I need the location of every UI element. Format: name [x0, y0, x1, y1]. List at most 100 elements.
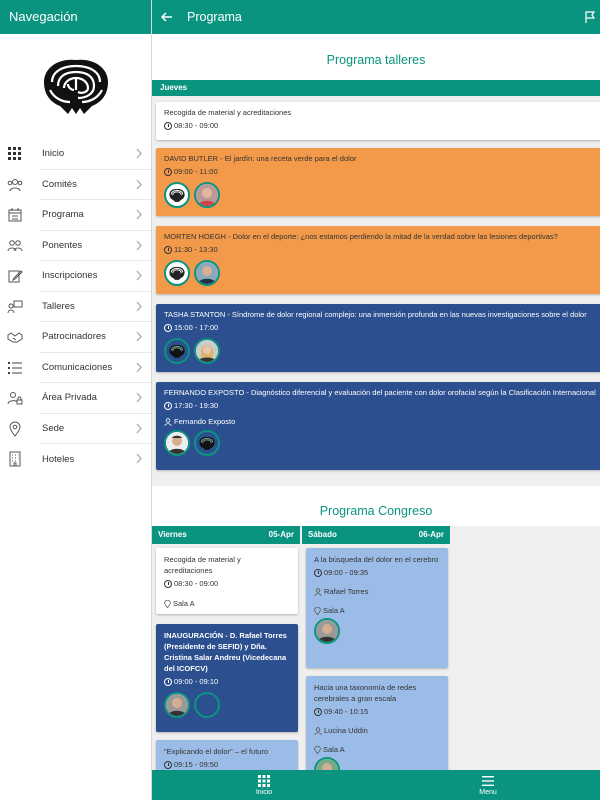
- brain-icon: [199, 436, 215, 450]
- session-card[interactable]: "Explicando el dolor" – el futuro 09:15 …: [156, 740, 298, 770]
- card-title: Hacia una taxonomía de redes cerebrales …: [314, 683, 417, 703]
- avatar: [194, 338, 220, 364]
- person-photo-icon: [196, 340, 218, 362]
- avatar: [314, 618, 340, 644]
- sidebar-item-talleres[interactable]: Talleres: [7, 292, 151, 322]
- handshake-icon: [7, 332, 23, 343]
- day-column-saturday: Sábado 06-Apr A la búsqueda del dolor en…: [302, 526, 450, 770]
- person-photo-icon: [166, 432, 188, 454]
- bottom-nav-label: Inicio: [255, 789, 273, 796]
- logo: [0, 34, 151, 134]
- sidebar-item-label: Programa: [42, 209, 84, 221]
- card-title: A la búsqueda del dolor en el cerebro: [314, 555, 439, 564]
- edit-icon: [8, 270, 23, 283]
- card-room: Sala A: [314, 605, 440, 616]
- time-text: 09:40 - 10:15: [324, 707, 369, 716]
- brain-icon: [169, 344, 185, 358]
- sidebar-item-area-privada[interactable]: Área Privada: [7, 383, 151, 414]
- sidebar-item-comunicaciones[interactable]: Comunicaciones: [8, 353, 151, 383]
- workshop-card[interactable]: MORTEN HOEGH - Dolor en el deporte: ¿nos…: [156, 226, 600, 294]
- scroll-content[interactable]: Programa talleres Jueves Recogida de mat…: [152, 34, 600, 770]
- location-icon: [9, 421, 21, 437]
- page-title: Programa: [187, 10, 242, 24]
- time-text: 08:30 - 09:00: [174, 121, 219, 130]
- avatar-group: [314, 757, 440, 770]
- grid-icon: [258, 775, 270, 787]
- workshop-icon: [7, 300, 23, 313]
- sidebar-item-hoteles[interactable]: Hoteles: [9, 444, 151, 475]
- bottom-nav: Inicio Menu: [152, 770, 600, 800]
- sidebar-item-ponentes[interactable]: Ponentes: [7, 231, 151, 261]
- congress-title: Programa Congreso: [319, 504, 433, 518]
- workshop-card[interactable]: FERNANDO EXPOSTO - Diagnóstico diferenci…: [156, 382, 600, 470]
- sidebar-item-programa[interactable]: Programa: [8, 200, 151, 231]
- brain-icon: [169, 188, 185, 202]
- workshop-card[interactable]: Recogida de material y acreditaciones 08…: [156, 102, 600, 140]
- card-title: MORTEN HOEGH - Dolor en el deporte: ¿nos…: [164, 232, 558, 241]
- session-card[interactable]: INAUGURACIÓN - D. Rafael Torres (Preside…: [156, 624, 298, 732]
- card-room: Sala A: [164, 598, 290, 609]
- chevron-right-icon: [136, 392, 142, 403]
- back-arrow-icon[interactable]: [160, 10, 174, 24]
- time-text: 09:15 - 09:50: [174, 760, 219, 769]
- speaker-name: Lucina Uddin: [324, 726, 368, 735]
- clock-icon: [164, 245, 172, 254]
- person-photo-icon: [196, 262, 218, 284]
- speaker-name: Rafael Torres: [324, 587, 369, 596]
- chevron-right-icon: [136, 148, 142, 159]
- session-card[interactable]: A la búsqueda del dolor en el cerebro 09…: [306, 548, 448, 668]
- time-text: 08:30 - 09:00: [174, 579, 219, 588]
- list-icon: [8, 361, 22, 374]
- card-time: 09:00 - 09:10: [164, 676, 290, 687]
- sidebar-item-label: Ponentes: [42, 239, 83, 251]
- session-card[interactable]: Recogida de material y acreditaciones 08…: [156, 548, 298, 614]
- sidebar-item-inscripciones[interactable]: Inscripciones: [8, 261, 151, 292]
- grid-icon: [8, 147, 21, 160]
- clock-icon: [164, 323, 172, 332]
- card-time: 09:00 - 11:00: [164, 167, 596, 176]
- card-title: Recogida de material y acreditaciones: [164, 555, 241, 575]
- workshop-card[interactable]: DAVID BUTLER - El jardín: una receta ver…: [156, 148, 600, 216]
- congress-section: Viernes 05-Apr Recogida de material y ac…: [152, 526, 600, 770]
- person-photo-icon: [196, 184, 218, 206]
- brain-logo-avatar: [164, 260, 190, 286]
- time-text: 09:00 - 11:00: [174, 167, 218, 176]
- app-root: Navegación Inicio Comités Programa Ponen…: [0, 0, 600, 800]
- speaker-line: Lucina Uddin: [314, 725, 440, 736]
- sidebar-item-comites[interactable]: Comités: [7, 170, 151, 200]
- day-date: 05-Apr: [268, 530, 294, 539]
- building-icon: [9, 451, 21, 467]
- bottom-nav-home[interactable]: Inicio: [234, 773, 294, 796]
- time-text: 09:00 - 09:10: [174, 677, 219, 686]
- avatar: [164, 430, 190, 456]
- sidebar-item-patrocinadores[interactable]: Patrocinadores: [7, 322, 151, 353]
- speakers-icon: [7, 239, 23, 251]
- chevron-right-icon: [136, 453, 142, 464]
- session-card[interactable]: Hacia una taxonomía de redes cerebrales …: [306, 676, 448, 770]
- card-title: Recogida de material y acreditaciones: [164, 108, 292, 117]
- card-time: 09:15 - 09:50: [164, 759, 290, 770]
- speaker-line: Rafael Torres: [314, 586, 440, 597]
- avatar-placeholder: [194, 692, 220, 718]
- card-title: INAUGURACIÓN - D. Rafael Torres (Preside…: [164, 631, 287, 673]
- clock-icon: [164, 167, 172, 176]
- location-pin-icon: [164, 599, 171, 608]
- sidebar-item-label: Hoteles: [42, 453, 75, 465]
- person-icon: [314, 587, 322, 596]
- sidebar-item-label: Comunicaciones: [42, 361, 113, 373]
- time-text: 11:30 - 13:30: [174, 245, 218, 254]
- day-column-friday: Viernes 05-Apr Recogida de material y ac…: [152, 526, 300, 770]
- person-photo-icon: [316, 620, 338, 642]
- flag-icon[interactable]: [584, 10, 596, 24]
- avatar: [194, 182, 220, 208]
- time-text: 15:00 - 17:00: [174, 323, 219, 332]
- sidebar-item-inicio[interactable]: Inicio: [8, 139, 151, 170]
- brain-logo-avatar: [164, 338, 190, 364]
- bottom-nav-menu[interactable]: Menu: [458, 773, 518, 796]
- card-time: 09:00 - 09:35: [314, 567, 440, 578]
- clock-icon: [164, 760, 172, 769]
- person-icon: [164, 417, 172, 426]
- workshop-card[interactable]: TASHA STANTON - Síndrome de dolor region…: [156, 304, 600, 372]
- sidebar-item-sede[interactable]: Sede: [9, 414, 151, 444]
- person-icon: [314, 726, 322, 735]
